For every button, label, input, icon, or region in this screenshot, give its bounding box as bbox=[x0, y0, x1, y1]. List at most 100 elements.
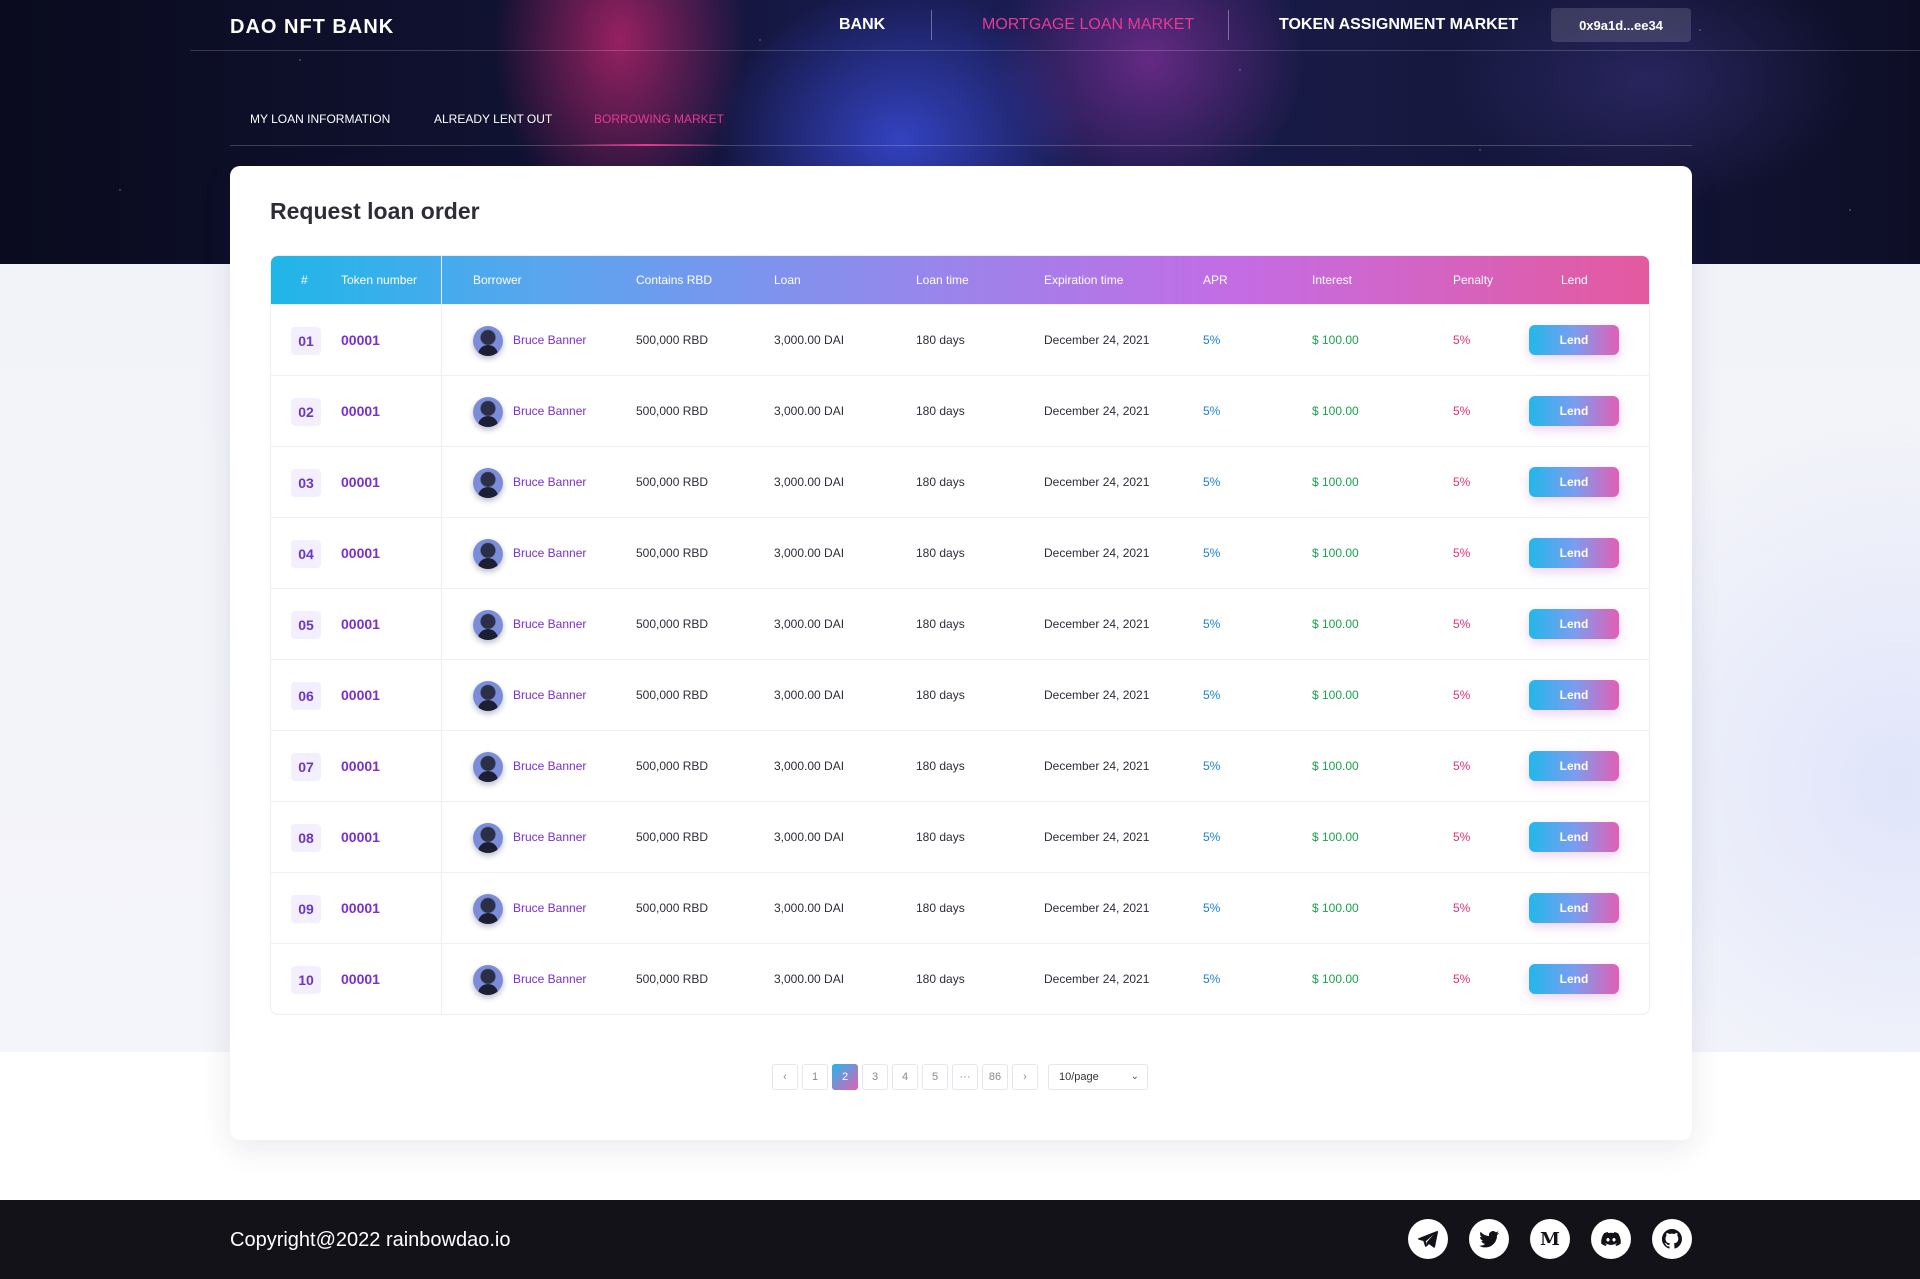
header-contains-rbd: Contains RBD bbox=[636, 273, 713, 287]
token-number[interactable]: 00001 bbox=[341, 545, 380, 561]
page-ellipsis[interactable]: ··· bbox=[952, 1064, 978, 1090]
borrower-name[interactable]: Bruce Banner bbox=[513, 901, 586, 915]
lend-button[interactable]: Lend bbox=[1529, 325, 1619, 355]
loan-amount: 3,000.00 DAI bbox=[774, 475, 845, 489]
borrower-name[interactable]: Bruce Banner bbox=[513, 475, 586, 489]
row-index: 08 bbox=[291, 824, 321, 852]
borrower-name[interactable]: Bruce Banner bbox=[513, 404, 586, 418]
nav-mortgage-loan-market[interactable]: MORTGAGE LOAN MARKET bbox=[982, 16, 1194, 34]
borrower-name[interactable]: Bruce Banner bbox=[513, 546, 586, 560]
penalty-value: 5% bbox=[1453, 972, 1471, 986]
tab-already-lent-out[interactable]: ALREADY LENT OUT bbox=[434, 112, 552, 126]
table-row: 09 00001 Bruce Banner 500,000 RBD 3,000.00 D… bbox=[271, 872, 1649, 943]
loan-time: 180 days bbox=[916, 546, 965, 560]
loan-time: 180 days bbox=[916, 759, 965, 773]
contains-rbd: 500,000 RBD bbox=[636, 972, 709, 986]
avatar bbox=[473, 681, 503, 711]
lend-button[interactable]: Lend bbox=[1529, 396, 1619, 426]
lend-button[interactable]: Lend bbox=[1529, 751, 1619, 781]
sub-tabs: MY LOAN INFORMATION ALREADY LENT OUT BOR… bbox=[230, 100, 1692, 146]
wallet-address-button[interactable]: 0x9a1d...ee34 bbox=[1551, 8, 1691, 42]
page-3[interactable]: 3 bbox=[862, 1064, 888, 1090]
expiration-time: December 24, 2021 bbox=[1044, 617, 1150, 631]
contains-rbd: 500,000 RBD bbox=[636, 404, 709, 418]
table-header: # Token number Borrower Contains RBD Loa… bbox=[271, 256, 1649, 304]
telegram-icon[interactable] bbox=[1408, 1219, 1448, 1259]
header-penalty: Penalty bbox=[1453, 273, 1494, 287]
apr-value: 5% bbox=[1203, 759, 1221, 773]
page-86[interactable]: 86 bbox=[982, 1064, 1008, 1090]
apr-value: 5% bbox=[1203, 901, 1221, 915]
next-page-button[interactable]: › bbox=[1012, 1064, 1038, 1090]
page-1[interactable]: 1 bbox=[802, 1064, 828, 1090]
apr-value: 5% bbox=[1203, 404, 1221, 418]
header-index: # bbox=[301, 273, 308, 287]
borrower-name[interactable]: Bruce Banner bbox=[513, 333, 586, 347]
borrower-name[interactable]: Bruce Banner bbox=[513, 617, 586, 631]
avatar bbox=[473, 539, 503, 569]
tab-my-loan-information[interactable]: MY LOAN INFORMATION bbox=[250, 112, 390, 126]
contains-rbd: 500,000 RBD bbox=[636, 617, 709, 631]
row-index: 10 bbox=[291, 966, 321, 994]
lend-button[interactable]: Lend bbox=[1529, 467, 1619, 497]
borrower-name[interactable]: Bruce Banner bbox=[513, 830, 586, 844]
token-number[interactable]: 00001 bbox=[341, 758, 380, 774]
active-tab-indicator bbox=[567, 144, 727, 146]
borrower-name[interactable]: Bruce Banner bbox=[513, 759, 586, 773]
medium-icon[interactable]: M bbox=[1530, 1219, 1570, 1259]
apr-value: 5% bbox=[1203, 546, 1221, 560]
penalty-value: 5% bbox=[1453, 333, 1471, 347]
nav-bank[interactable]: BANK bbox=[839, 16, 885, 34]
apr-value: 5% bbox=[1203, 333, 1221, 347]
page-4[interactable]: 4 bbox=[892, 1064, 918, 1090]
avatar bbox=[473, 823, 503, 853]
table-row: 05 00001 Bruce Banner 500,000 RBD 3,000.00 D… bbox=[271, 588, 1649, 659]
page-2-current[interactable]: 2 bbox=[832, 1064, 858, 1090]
borrower-name[interactable]: Bruce Banner bbox=[513, 972, 586, 986]
token-number[interactable]: 00001 bbox=[341, 403, 380, 419]
loan-time: 180 days bbox=[916, 475, 965, 489]
expiration-time: December 24, 2021 bbox=[1044, 972, 1150, 986]
token-number[interactable]: 00001 bbox=[341, 687, 380, 703]
page-5[interactable]: 5 bbox=[922, 1064, 948, 1090]
lend-button[interactable]: Lend bbox=[1529, 893, 1619, 923]
token-number[interactable]: 00001 bbox=[341, 829, 380, 845]
apr-value: 5% bbox=[1203, 475, 1221, 489]
twitter-icon[interactable] bbox=[1469, 1219, 1509, 1259]
row-index: 04 bbox=[291, 540, 321, 568]
apr-value: 5% bbox=[1203, 617, 1221, 631]
nav-separator bbox=[1228, 10, 1229, 40]
header-apr: APR bbox=[1203, 273, 1228, 287]
logo[interactable]: DAO NFT BANK bbox=[230, 16, 394, 39]
expiration-time: December 24, 2021 bbox=[1044, 404, 1150, 418]
lend-button[interactable]: Lend bbox=[1529, 680, 1619, 710]
prev-page-button[interactable]: ‹ bbox=[772, 1064, 798, 1090]
penalty-value: 5% bbox=[1453, 475, 1471, 489]
token-number[interactable]: 00001 bbox=[341, 616, 380, 632]
contains-rbd: 500,000 RBD bbox=[636, 759, 709, 773]
page-size-select[interactable]: 10/page ⌄ bbox=[1048, 1064, 1148, 1090]
table-row: 04 00001 Bruce Banner 500,000 RBD 3,000.00 D… bbox=[271, 517, 1649, 588]
lend-button[interactable]: Lend bbox=[1529, 609, 1619, 639]
lend-button[interactable]: Lend bbox=[1529, 822, 1619, 852]
nav-token-assignment-market[interactable]: TOKEN ASSIGNMENT MARKET bbox=[1279, 16, 1518, 34]
contains-rbd: 500,000 RBD bbox=[636, 333, 709, 347]
contains-rbd: 500,000 RBD bbox=[636, 688, 709, 702]
discord-icon[interactable] bbox=[1591, 1219, 1631, 1259]
github-icon[interactable] bbox=[1652, 1219, 1692, 1259]
lend-button[interactable]: Lend bbox=[1529, 538, 1619, 568]
loan-time: 180 days bbox=[916, 688, 965, 702]
lend-button[interactable]: Lend bbox=[1529, 964, 1619, 994]
token-number[interactable]: 00001 bbox=[341, 971, 380, 987]
borrower-name[interactable]: Bruce Banner bbox=[513, 688, 586, 702]
expiration-time: December 24, 2021 bbox=[1044, 759, 1150, 773]
token-number[interactable]: 00001 bbox=[341, 900, 380, 916]
token-number[interactable]: 00001 bbox=[341, 474, 380, 490]
header-lend: Lend bbox=[1561, 273, 1588, 287]
tab-borrowing-market[interactable]: BORROWING MARKET bbox=[594, 112, 724, 126]
interest-value: $ 100.00 bbox=[1312, 333, 1359, 347]
header-token-number: Token number bbox=[341, 273, 418, 287]
apr-value: 5% bbox=[1203, 688, 1221, 702]
token-number[interactable]: 00001 bbox=[341, 332, 380, 348]
avatar bbox=[473, 468, 503, 498]
